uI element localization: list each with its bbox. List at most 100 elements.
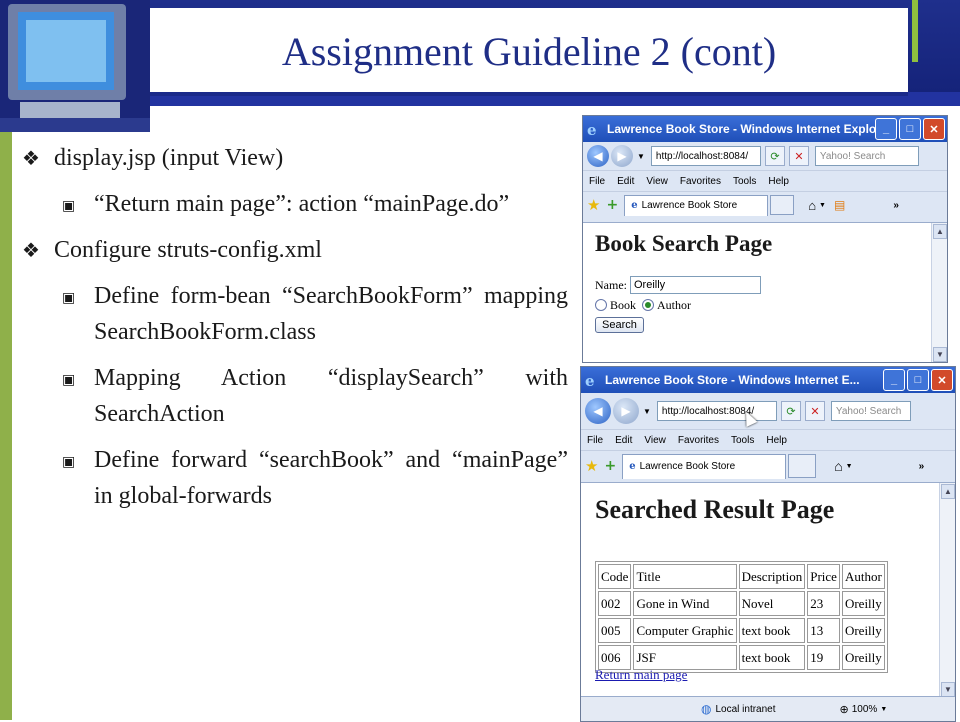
dropdown-icon[interactable]: ▼: [643, 407, 651, 416]
globe-icon: ◍: [701, 702, 712, 716]
menu-favorites[interactable]: Favorites: [678, 435, 719, 446]
window-titlebar[interactable]: e Lawrence Book Store - Windows Internet…: [583, 116, 947, 142]
minimize-button[interactable]: _: [883, 369, 905, 391]
square-bullet-icon: ▣: [62, 454, 76, 470]
menu-help[interactable]: Help: [766, 435, 787, 446]
ie-logo-icon: e: [585, 372, 595, 390]
search-input[interactable]: Yahoo! Search: [830, 401, 911, 421]
menu-file[interactable]: File: [589, 176, 605, 187]
back-button[interactable]: ◀: [585, 398, 611, 424]
computer-logo: [0, 0, 150, 132]
minimize-button[interactable]: _: [875, 118, 897, 140]
menu-file[interactable]: File: [587, 435, 603, 446]
menu-help[interactable]: Help: [768, 176, 789, 187]
column-header: Code: [598, 564, 632, 589]
window-titlebar[interactable]: e Lawrence Book Store - Windows Internet…: [581, 367, 955, 393]
back-button[interactable]: ◀: [587, 145, 609, 167]
search-input[interactable]: Yahoo! Search: [814, 146, 919, 166]
search-placeholder: Yahoo! Search: [819, 150, 886, 162]
tab-label: Lawrence Book Store: [641, 200, 738, 211]
add-favorite-icon[interactable]: +: [606, 197, 618, 213]
home-dropdown-icon[interactable]: ▼: [846, 463, 853, 470]
menu-edit[interactable]: Edit: [617, 176, 634, 187]
new-tab-button[interactable]: [770, 195, 795, 215]
zoom-dropdown-icon[interactable]: ▼: [880, 706, 887, 713]
chevron-more-icon[interactable]: »: [893, 200, 899, 211]
diamond-bullet-icon: ❖: [22, 238, 40, 262]
dropdown-icon[interactable]: ▼: [637, 152, 645, 161]
tab-bar: ★ + e Lawrence Book Store ⌂ ▼ ▤ »: [583, 191, 947, 218]
page-content: Book Search Page Name: Oreilly Book Auth…: [583, 222, 947, 362]
ie-page-icon: e: [631, 200, 638, 211]
accent-bar: [912, 0, 918, 62]
column-header: Title: [633, 564, 737, 589]
stop-icon[interactable]: ✕: [788, 146, 809, 166]
home-icon[interactable]: ⌂: [834, 458, 842, 474]
search-form: Name: Oreilly Book Author Search: [595, 275, 761, 335]
menu-tools[interactable]: Tools: [733, 176, 756, 187]
radio-book[interactable]: [595, 299, 607, 311]
radio-author[interactable]: [642, 299, 655, 311]
address-bar: ◀ ▶ ▼ http://localhost:8084/ ⟳ ✕ Yahoo! …: [583, 142, 947, 170]
search-button[interactable]: Search: [595, 317, 644, 333]
chevron-more-icon[interactable]: »: [919, 461, 925, 472]
status-bar: ◍ Local intranet ⊕ 100% ▼: [581, 696, 955, 721]
forward-button[interactable]: ▶: [611, 145, 633, 167]
stop-icon[interactable]: ✕: [804, 401, 825, 421]
menu-tools[interactable]: Tools: [731, 435, 754, 446]
bullet-level2: ▣ Define form-bean “SearchBookForm” mapp…: [62, 278, 568, 350]
scroll-down-icon[interactable]: ▼: [941, 682, 955, 697]
tab-lawrence-book-store[interactable]: e Lawrence Book Store: [624, 194, 769, 216]
ie-window-result: e Lawrence Book Store - Windows Internet…: [580, 366, 956, 722]
menu-view[interactable]: View: [646, 176, 668, 187]
page-heading: Searched Result Page: [595, 495, 835, 524]
home-dropdown-icon[interactable]: ▼: [819, 202, 826, 209]
bullet-level1: ❖ Configure struts-config.xml: [22, 234, 568, 266]
menu-edit[interactable]: Edit: [615, 435, 632, 446]
page-heading: Book Search Page: [595, 231, 773, 256]
scroll-up-icon[interactable]: ▲: [941, 484, 955, 499]
feeds-icon[interactable]: ▤: [834, 198, 845, 212]
add-favorite-icon[interactable]: +: [604, 458, 616, 474]
tab-lawrence-book-store[interactable]: e Lawrence Book Store: [622, 453, 787, 479]
ie-page-icon: e: [629, 461, 636, 472]
zoom-level[interactable]: 100%: [852, 704, 878, 715]
bullet-list: ❖ display.jsp (input View) ▣ “Return mai…: [22, 142, 568, 524]
menu-favorites[interactable]: Favorites: [680, 176, 721, 187]
refresh-icon[interactable]: ⟳: [780, 401, 801, 421]
favorites-star-icon[interactable]: ★: [585, 457, 598, 475]
window-title: Lawrence Book Store - Windows Internet E…: [607, 122, 875, 136]
close-button[interactable]: ✕: [923, 118, 945, 140]
table-row: 002 Gone in Wind Novel 23 Oreilly: [598, 591, 885, 616]
zoom-icon[interactable]: ⊕: [840, 703, 849, 716]
tab-bar: ★ + e Lawrence Book Store ⌂ ▼ »: [581, 450, 955, 481]
home-icon[interactable]: ⌂: [808, 198, 816, 213]
favorites-star-icon[interactable]: ★: [587, 196, 600, 214]
maximize-button[interactable]: □: [899, 118, 921, 140]
search-placeholder: Yahoo! Search: [835, 405, 902, 417]
scroll-up-icon[interactable]: ▲: [933, 224, 947, 239]
table-cell: 13: [807, 618, 840, 643]
table-row: 005 Computer Graphic text book 13 Oreill…: [598, 618, 885, 643]
return-main-page-link[interactable]: Return main page: [595, 667, 687, 683]
table-cell: 23: [807, 591, 840, 616]
close-button[interactable]: ✕: [931, 369, 953, 391]
zone-text: Local intranet: [715, 703, 776, 715]
name-value: Oreilly: [634, 279, 666, 291]
new-tab-button[interactable]: [788, 454, 817, 478]
scroll-down-icon[interactable]: ▼: [933, 347, 947, 362]
column-header: Description: [738, 564, 806, 589]
url-input[interactable]: http://localhost:8084/: [656, 401, 777, 421]
window-title: Lawrence Book Store - Windows Internet E…: [605, 373, 860, 387]
diamond-bullet-icon: ❖: [22, 146, 40, 170]
name-input[interactable]: Oreilly: [630, 276, 761, 294]
vertical-scrollbar[interactable]: ▲ ▼: [931, 223, 947, 362]
url-input[interactable]: http://localhost:8084/: [650, 146, 761, 166]
forward-button[interactable]: ▶: [613, 398, 639, 424]
vertical-scrollbar[interactable]: ▲ ▼: [939, 483, 955, 698]
refresh-icon[interactable]: ⟳: [764, 146, 785, 166]
table-cell: 005: [598, 618, 632, 643]
maximize-button[interactable]: □: [907, 369, 929, 391]
bullet-level2: ▣ “Return main page”: action “mainPage.d…: [62, 186, 568, 224]
menu-view[interactable]: View: [644, 435, 666, 446]
